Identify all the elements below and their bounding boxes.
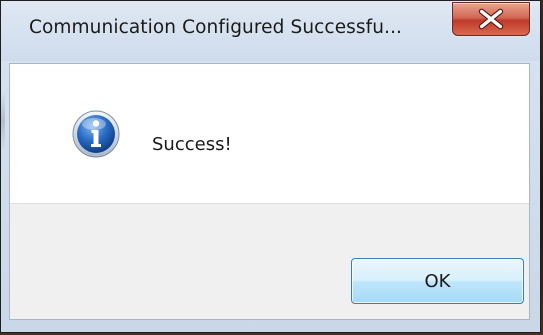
message-text: Success!	[152, 134, 232, 155]
message-area: Success!	[10, 64, 529, 203]
button-bar: OK	[10, 203, 529, 319]
info-icon	[72, 110, 120, 158]
title-bar[interactable]: Communication Configured Successfu...	[1, 1, 540, 61]
dialog-body: Success! OK	[9, 63, 530, 320]
close-button[interactable]	[452, 2, 530, 36]
window-edge-shadow	[1, 91, 5, 151]
ok-button[interactable]: OK	[351, 258, 524, 304]
message-dialog: Communication Configured Successfu... Su…	[0, 0, 541, 333]
close-icon	[478, 8, 504, 30]
window-title: Communication Configured Successfu...	[29, 17, 403, 38]
